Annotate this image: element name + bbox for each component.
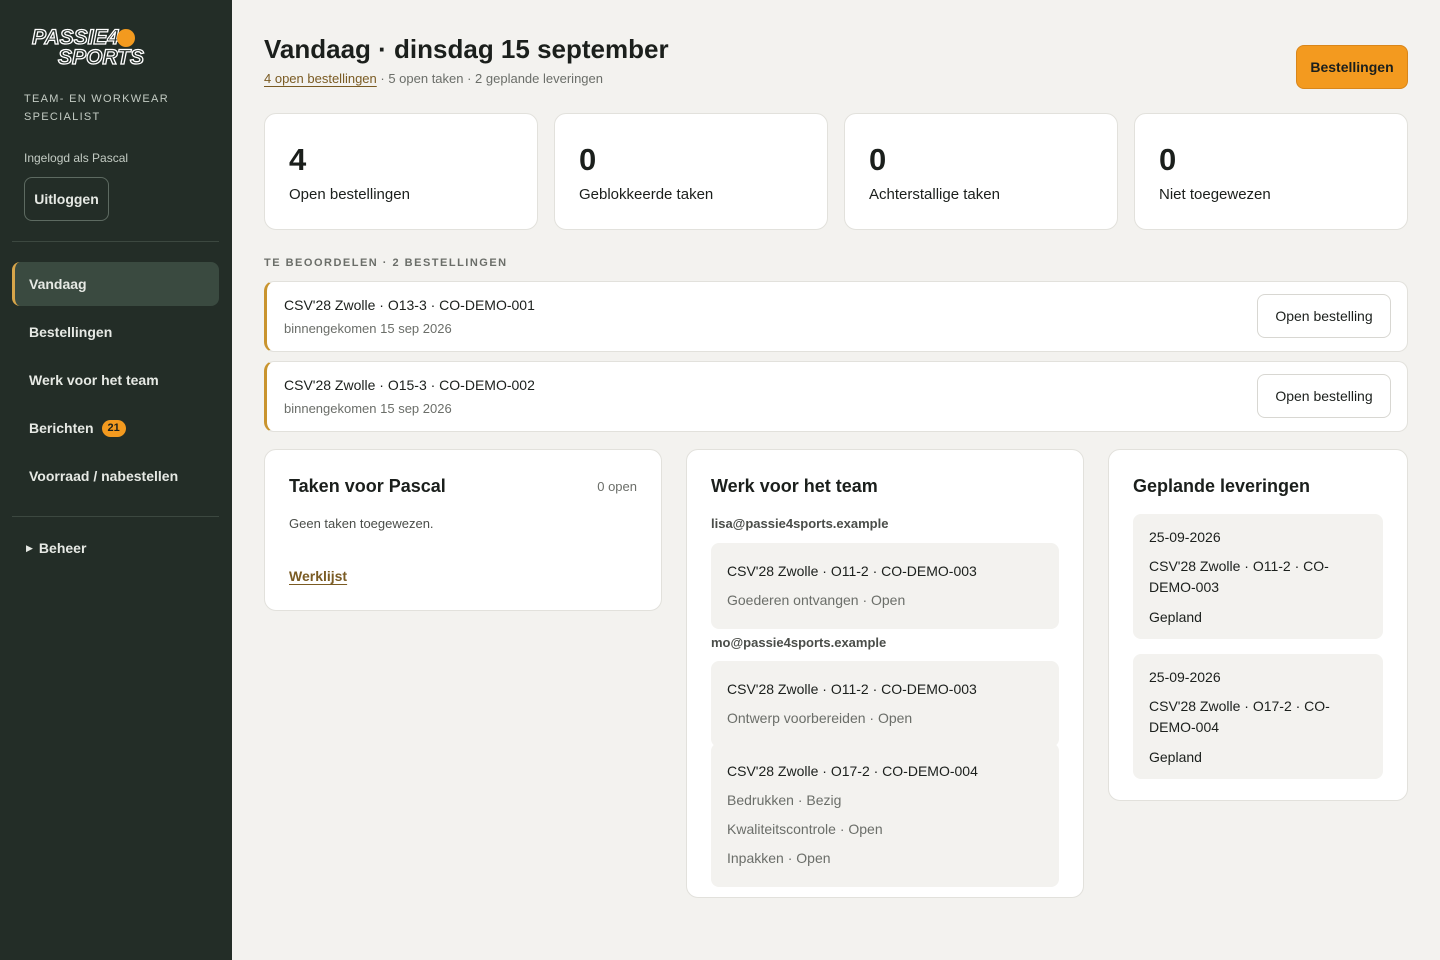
- stat-value: 0: [579, 142, 597, 177]
- review-row: CSV'28 Zwolle · O15-3 · CO-DEMO-002 binn…: [264, 361, 1408, 432]
- panel-title: Geplande leveringen: [1133, 476, 1311, 496]
- panel-title: Werk voor het team: [711, 476, 878, 496]
- beheer-toggle[interactable]: ▶ Beheer: [26, 540, 86, 556]
- stat-label: Niet toegewezen: [1159, 186, 1271, 203]
- deliveries-panel: Geplande leveringen 25-09-2026 CSV'28 Zw…: [1108, 449, 1408, 801]
- nav-item-bestellingen[interactable]: Bestellingen: [12, 310, 219, 354]
- nav-item-label: Berichten: [29, 420, 94, 436]
- tasks-panel: Taken voor Pascal 0 open Geen taken toeg…: [264, 449, 662, 611]
- panel-title: Taken voor Pascal: [289, 476, 446, 496]
- task-step: Goederen ontvangen · Open: [727, 592, 906, 608]
- stat-card-overdue-tasks[interactable]: 0 Achterstallige taken: [844, 113, 1118, 230]
- stat-label: Open bestellingen: [289, 186, 410, 203]
- orders-button[interactable]: Bestellingen: [1296, 45, 1408, 89]
- stat-value: 4: [289, 142, 307, 177]
- logout-button[interactable]: Uitloggen: [24, 177, 109, 221]
- nav-item-vandaag[interactable]: Vandaag: [12, 262, 219, 306]
- passie4sports-logo[interactable]: PASSIE4 SPORTS: [30, 24, 166, 68]
- task-step: Inpakken · Open: [727, 850, 831, 866]
- stat-value: 0: [1159, 142, 1177, 177]
- stat-card-blocked-tasks[interactable]: 0 Geblokkeerde taken: [554, 113, 828, 230]
- beheer-label: Beheer: [38, 540, 87, 556]
- task-order-title: CSV'28 Zwolle · O11-2 · CO-DEMO-003: [727, 563, 977, 579]
- review-order-received: binnengekomen 15 sep 2026: [284, 401, 452, 416]
- brand-tagline: Team- en workwear specialist: [24, 93, 169, 123]
- page-title: Vandaag · dinsdag 15 september: [264, 34, 669, 64]
- sidebar-divider: [12, 241, 219, 242]
- no-tasks-text: Geen taken toegewezen.: [289, 516, 434, 531]
- nav-item-berichten[interactable]: Berichten 21: [12, 406, 219, 450]
- logo-ball-icon: [117, 29, 135, 47]
- delivery-status: Gepland: [1149, 749, 1202, 765]
- stat-value: 0: [869, 142, 887, 177]
- review-order-title: CSV'28 Zwolle · O15-3 · CO-DEMO-002: [284, 377, 535, 393]
- nav-item-werk-voor-het-team[interactable]: Werk voor het team: [12, 358, 219, 402]
- tasks-open-count: 0 open: [597, 479, 637, 494]
- task-step: Bedrukken · Bezig: [727, 792, 842, 808]
- assignee-email: lisa@passie4sports.example: [711, 516, 889, 531]
- stat-card-open-orders[interactable]: 4 Open bestellingen: [264, 113, 538, 230]
- summary-rest: · 5 open taken · 2 geplande leveringen: [376, 71, 603, 86]
- logged-in-text: Ingelogd als Pascal: [24, 151, 129, 165]
- task-order-title: CSV'28 Zwolle · O11-2 · CO-DEMO-003: [727, 681, 977, 697]
- review-order-title: CSV'28 Zwolle · O13-3 · CO-DEMO-001: [284, 297, 535, 313]
- nav-item-label: Werk voor het team: [29, 372, 159, 388]
- unread-count-badge: 21: [101, 419, 126, 437]
- open-orders-link[interactable]: 4 open bestellingen: [264, 71, 377, 86]
- task-step: Kwaliteitscontrole · Open: [727, 821, 883, 837]
- open-order-button[interactable]: Open bestelling: [1257, 374, 1391, 418]
- sidebar-divider: [12, 516, 219, 517]
- stat-card-unassigned[interactable]: 0 Niet toegewezen: [1134, 113, 1408, 230]
- open-order-button[interactable]: Open bestelling: [1257, 294, 1391, 338]
- triangle-right-icon: ▶: [26, 542, 33, 553]
- delivery-date: 25-09-2026: [1149, 529, 1221, 545]
- delivery-date: 25-09-2026: [1149, 669, 1221, 685]
- team-task-card[interactable]: CSV'28 Zwolle · O11-2 · CO-DEMO-003 Goed…: [711, 543, 1059, 629]
- nav-item-label: Vandaag: [29, 276, 87, 292]
- sidebar: PASSIE4 SPORTS Team- en workwear special…: [0, 0, 232, 960]
- team-task-card[interactable]: CSV'28 Zwolle · O11-2 · CO-DEMO-003 Ontw…: [711, 661, 1059, 747]
- delivery-order-title: CSV'28 Zwolle · O17-2 · CO-DEMO-004: [1149, 698, 1330, 735]
- stat-label: Achterstallige taken: [869, 186, 1000, 203]
- nav-item-label: Voorraad / nabestellen: [29, 468, 179, 484]
- assignee-email: mo@passie4sports.example: [711, 635, 887, 650]
- team-task-card[interactable]: CSV'28 Zwolle · O17-2 · CO-DEMO-004 Bedr…: [711, 743, 1059, 887]
- task-step: Ontwerp voorbereiden · Open: [727, 710, 913, 726]
- delivery-card[interactable]: 25-09-2026 CSV'28 Zwolle · O17-2 · CO-DE…: [1133, 654, 1383, 779]
- delivery-card[interactable]: 25-09-2026 CSV'28 Zwolle · O11-2 · CO-DE…: [1133, 514, 1383, 639]
- stat-label: Geblokkeerde taken: [579, 186, 714, 203]
- logo-line2: SPORTS: [58, 46, 144, 68]
- nav-item-label: Bestellingen: [29, 324, 113, 340]
- nav-item-voorraad[interactable]: Voorraad / nabestellen: [12, 454, 219, 498]
- review-order-received: binnengekomen 15 sep 2026: [284, 321, 452, 336]
- task-order-title: CSV'28 Zwolle · O17-2 · CO-DEMO-004: [727, 763, 978, 779]
- delivery-order-title: CSV'28 Zwolle · O11-2 · CO-DEMO-003: [1149, 558, 1329, 595]
- delivery-status: Gepland: [1149, 609, 1202, 625]
- review-section-label: Te beoordelen · 2 bestellingen: [264, 257, 508, 269]
- review-row: CSV'28 Zwolle · O13-3 · CO-DEMO-001 binn…: [264, 281, 1408, 352]
- worklist-link[interactable]: Werklijst: [289, 568, 347, 584]
- page-summary: 4 open bestellingen · 5 open taken · 2 g…: [264, 71, 603, 86]
- team-work-panel: Werk voor het team lisa@passie4sports.ex…: [686, 449, 1084, 898]
